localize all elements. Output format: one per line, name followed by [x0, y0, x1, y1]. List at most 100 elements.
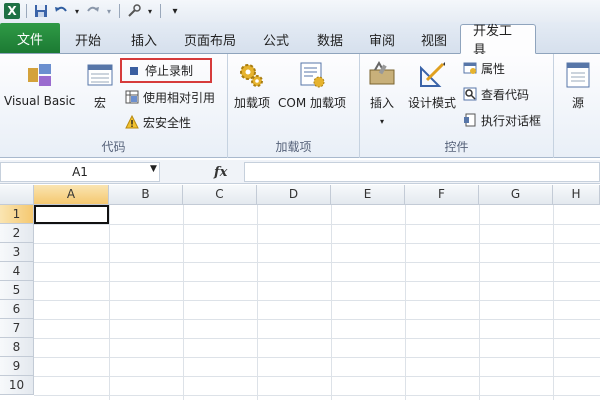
insert-control-button[interactable]: 插入 ▾ [366, 60, 398, 126]
stop-recording-label: 停止录制 [145, 64, 194, 78]
row-header-2[interactable]: 2 [0, 224, 34, 243]
redo-icon[interactable] [85, 3, 101, 19]
source-button[interactable]: 源 [562, 60, 594, 111]
row-header-1[interactable]: 1 [0, 205, 34, 224]
row-gridline [34, 262, 600, 263]
worksheet-grid[interactable]: A B C D E F G H 1 2 3 4 5 6 7 8 9 10 [0, 185, 600, 400]
qat-divider [26, 4, 27, 18]
group-controls-label: 控件 [444, 140, 469, 154]
column-header-d[interactable]: D [257, 185, 331, 205]
row-header-8[interactable]: 8 [0, 338, 34, 357]
qat-divider [119, 4, 120, 18]
macros-button[interactable]: 宏 [84, 60, 116, 111]
column-header-e[interactable]: E [331, 185, 405, 205]
relative-references-button[interactable]: 使用相对引用 [124, 87, 215, 107]
macros-label: 宏 [93, 96, 106, 110]
com-addins-label: COM 加载项 [278, 96, 346, 110]
toolbox-icon [366, 60, 398, 90]
undo-icon[interactable] [53, 3, 69, 19]
row-header-3[interactable]: 3 [0, 243, 34, 262]
row-header-7[interactable]: 7 [0, 319, 34, 338]
row-header-4[interactable]: 4 [0, 262, 34, 281]
tab-review[interactable]: 审阅 [356, 25, 408, 53]
com-addins-button[interactable]: COM 加载项 [278, 60, 346, 111]
tab-data[interactable]: 数据 [304, 25, 356, 53]
row-gridline [34, 319, 600, 320]
com-addins-icon [296, 60, 328, 90]
row-gridline [34, 243, 600, 244]
properties-label: 属性 [481, 61, 506, 76]
column-header-c[interactable]: C [183, 185, 257, 205]
tab-formulas[interactable]: 公式 [248, 25, 304, 53]
undo-dropdown-icon[interactable]: ▾ [73, 3, 81, 19]
row-gridline [34, 224, 600, 225]
visual-basic-icon [24, 60, 56, 90]
tab-developer[interactable]: 开发工具 [460, 24, 536, 58]
row-header-9[interactable]: 9 [0, 357, 34, 376]
formula-input[interactable] [244, 162, 600, 182]
column-header-f[interactable]: F [405, 185, 479, 205]
relative-references-icon [124, 89, 140, 105]
row-gridline [34, 376, 600, 377]
name-box[interactable]: A1 [0, 162, 160, 182]
group-code: Visual Basic 宏 停止录制 使用相对引用 宏安全性 代码 [0, 54, 228, 158]
tab-file[interactable]: 文件 [0, 23, 60, 53]
group-addins: 加载项 COM 加载项 加载项 [228, 54, 360, 158]
relative-references-label: 使用相对引用 [143, 90, 216, 105]
save-icon[interactable] [33, 3, 49, 19]
select-all-corner[interactable] [0, 185, 34, 205]
row-header-6[interactable]: 6 [0, 300, 34, 319]
source-icon [562, 60, 594, 90]
column-gridline [479, 205, 480, 400]
ribbon-panel: Visual Basic 宏 停止录制 使用相对引用 宏安全性 代码 加载项 C… [0, 54, 600, 158]
source-label: 源 [571, 96, 584, 110]
row-gridline [34, 300, 600, 301]
design-mode-label: 设计模式 [408, 96, 457, 110]
selected-cell-a1[interactable] [34, 205, 109, 224]
addins-button[interactable]: 加载项 [234, 60, 270, 111]
design-mode-button[interactable]: 设计模式 [408, 60, 456, 111]
group-xml: 源 [554, 54, 600, 158]
column-header-b[interactable]: B [109, 185, 183, 205]
column-header-h[interactable]: H [553, 185, 600, 205]
column-gridline [257, 205, 258, 400]
tab-home[interactable]: 开始 [60, 25, 116, 53]
qat-dropdown-icon[interactable]: ▾ [146, 3, 154, 19]
row-gridline [34, 395, 600, 396]
run-dialog-button[interactable]: 执行对话框 [462, 110, 541, 130]
row-header-5[interactable]: 5 [0, 281, 34, 300]
view-code-icon [462, 86, 478, 102]
column-gridline [183, 205, 184, 400]
redo-dropdown-icon[interactable]: ▾ [105, 3, 113, 19]
customize-menu-icon[interactable]: ▾ [167, 3, 183, 19]
group-controls: 插入 ▾ 设计模式 属性 查看代码 执行对话框 控件 [360, 54, 554, 158]
insert-function-icon[interactable]: fx [214, 165, 227, 180]
stop-icon [126, 63, 142, 79]
group-addins-label: 加载项 [275, 140, 312, 154]
properties-icon [462, 60, 478, 76]
visual-basic-button[interactable]: Visual Basic [4, 60, 75, 108]
quick-access-toolbar: X ▾ ▾ ▾ ▾ [0, 0, 600, 22]
column-header-g[interactable]: G [479, 185, 553, 205]
addins-label: 加载项 [234, 96, 271, 110]
properties-button[interactable]: 属性 [462, 58, 505, 78]
column-gridline [109, 205, 110, 400]
tab-page-layout[interactable]: 页面布局 [172, 25, 248, 53]
customize-icon[interactable] [126, 3, 142, 19]
stop-recording-button[interactable]: 停止录制 [120, 58, 212, 83]
formula-bar: A1 ▼ fx [0, 160, 600, 184]
macro-security-label: 宏安全性 [143, 115, 192, 130]
name-box-dropdown-icon[interactable]: ▼ [150, 164, 157, 174]
view-code-button[interactable]: 查看代码 [462, 84, 529, 104]
macro-security-button[interactable]: 宏安全性 [124, 112, 191, 132]
column-header-a[interactable]: A [34, 185, 109, 205]
excel-logo-icon: X [4, 3, 20, 19]
tab-view[interactable]: 视图 [408, 25, 460, 53]
row-header-10[interactable]: 10 [0, 376, 34, 395]
tab-insert[interactable]: 插入 [116, 25, 172, 53]
group-code-label: 代码 [101, 140, 126, 154]
insert-control-label: 插入 [369, 96, 394, 110]
run-dialog-icon [462, 112, 478, 128]
design-mode-icon [416, 60, 448, 90]
ribbon-tab-bar: 文件 开始 插入 页面布局 公式 数据 审阅 视图 开发工具 [0, 22, 600, 58]
